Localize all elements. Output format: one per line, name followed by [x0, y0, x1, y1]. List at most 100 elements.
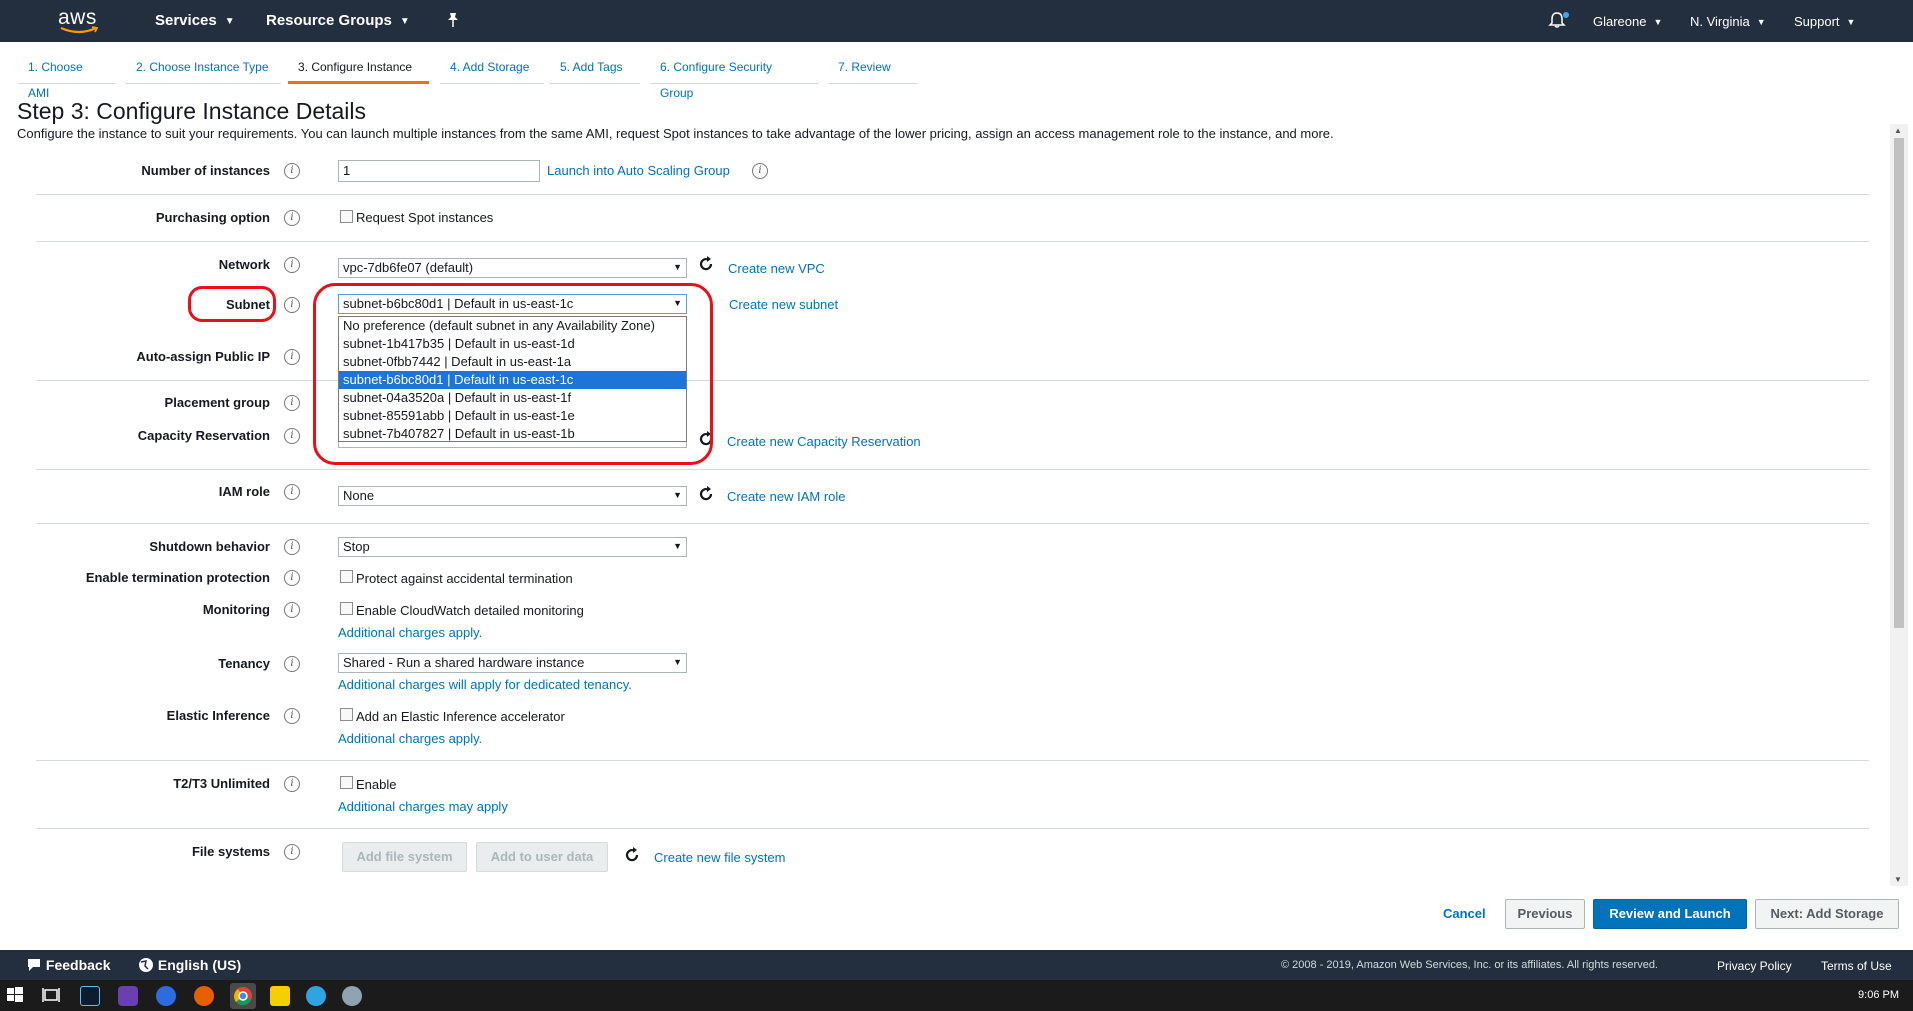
create-new-file-system-link[interactable]: Create new file system — [654, 850, 786, 865]
number-of-instances-input[interactable]: 1 — [338, 160, 540, 182]
dedicated-tenancy-charges-link[interactable]: Additional charges will apply for dedica… — [338, 677, 632, 692]
subnet-dropdown-highlight — [313, 283, 713, 465]
bell-icon[interactable] — [1548, 11, 1569, 31]
services-menu[interactable]: Services ▼ — [155, 12, 235, 29]
create-new-iam-role-link[interactable]: Create new IAM role — [727, 489, 846, 504]
windows-start-icon[interactable] — [6, 986, 26, 1006]
info-icon[interactable]: i — [284, 257, 300, 273]
purchasing-option-label: Purchasing option — [155, 210, 270, 225]
divider — [36, 523, 1869, 524]
chrome-icon[interactable] — [230, 983, 256, 1009]
additional-charges-link[interactable]: Additional charges apply. — [338, 731, 482, 746]
region-menu[interactable]: N. Virginia ▼ — [1690, 14, 1766, 29]
info-icon[interactable]: i — [284, 776, 300, 792]
next-add-storage-button[interactable]: Next: Add Storage — [1755, 899, 1899, 929]
create-new-vpc-link[interactable]: Create new VPC — [728, 261, 825, 276]
refresh-icon[interactable] — [697, 255, 715, 278]
tenancy-select[interactable]: Shared - Run a shared hardware instance ▼ — [338, 653, 687, 673]
termination-protection-option: Protect against accidental termination — [356, 571, 573, 586]
launch-into-asg-link[interactable]: Launch into Auto Scaling Group — [547, 163, 730, 178]
pin-icon[interactable] — [446, 12, 460, 32]
privacy-policy-link[interactable]: Privacy Policy — [1717, 959, 1792, 973]
add-file-system-button[interactable]: Add file system — [342, 842, 467, 872]
windows-taskbar: 9:06 PM — [0, 980, 1913, 1011]
tab-configure-security-group[interactable]: 6. Configure Security Group — [650, 54, 818, 100]
sticky-notes-icon[interactable] — [270, 986, 290, 1006]
tab-configure-instance[interactable]: 3. Configure Instance — [288, 54, 429, 84]
subnet-label-highlight — [188, 286, 276, 322]
cancel-link[interactable]: Cancel — [1443, 906, 1486, 921]
maps-icon[interactable] — [156, 986, 176, 1006]
additional-charges-link[interactable]: Additional charges apply. — [338, 625, 482, 640]
tab-review[interactable]: 7. Review — [828, 54, 918, 84]
vertical-scrollbar[interactable]: ▲ ▼ — [1890, 124, 1908, 886]
language-selector[interactable]: English (US) — [138, 957, 241, 973]
number-of-instances-label: Number of instances — [141, 163, 270, 178]
divider — [36, 380, 1869, 381]
info-icon[interactable]: i — [284, 297, 300, 313]
aws-smile-icon — [60, 26, 98, 34]
shutdown-behavior-select[interactable]: Stop ▼ — [338, 537, 687, 557]
placement-group-label: Placement group — [164, 395, 270, 410]
info-icon[interactable]: i — [284, 656, 300, 672]
region-label: N. Virginia — [1690, 14, 1750, 29]
request-spot-label: Request Spot instances — [356, 210, 494, 225]
tab-add-tags[interactable]: 5. Add Tags — [550, 54, 640, 84]
info-icon[interactable]: i — [284, 395, 300, 411]
auto-assign-ip-label: Auto-assign Public IP — [136, 349, 270, 364]
elastic-inference-option: Add an Elastic Inference accelerator — [356, 709, 565, 724]
refresh-icon[interactable] — [623, 846, 641, 869]
task-view-icon[interactable] — [42, 986, 62, 1006]
info-icon[interactable]: i — [284, 539, 300, 555]
divider — [36, 241, 1869, 242]
termination-protection-checkbox[interactable] — [340, 570, 353, 583]
info-icon[interactable]: i — [284, 844, 300, 860]
tab-choose-instance-type[interactable]: 2. Choose Instance Type — [126, 54, 281, 84]
monitoring-label: Monitoring — [202, 602, 270, 617]
account-menu[interactable]: Glareone ▼ — [1593, 14, 1662, 29]
info-icon[interactable]: i — [284, 484, 300, 500]
webstorm-icon[interactable] — [80, 986, 100, 1006]
info-icon[interactable]: i — [284, 349, 300, 365]
dropdown-arrow-icon: ▼ — [673, 262, 682, 272]
support-menu[interactable]: Support ▼ — [1794, 14, 1855, 29]
tab-choose-ami[interactable]: 1. Choose AMI — [18, 54, 116, 100]
elastic-inference-label: Elastic Inference — [166, 708, 270, 723]
cloudwatch-monitoring-checkbox[interactable] — [340, 602, 353, 615]
cloudwatch-monitoring-option: Enable CloudWatch detailed monitoring — [356, 603, 584, 618]
firefox-icon[interactable] — [194, 986, 214, 1006]
t2t3-enable-checkbox[interactable] — [340, 776, 353, 789]
iam-role-select[interactable]: None ▼ — [338, 486, 687, 506]
scroll-down-arrow-icon[interactable]: ▼ — [1894, 875, 1902, 884]
tab-add-storage[interactable]: 4. Add Storage — [440, 54, 544, 84]
refresh-icon[interactable] — [697, 485, 715, 508]
feedback-button[interactable]: Feedback — [26, 957, 110, 973]
divider — [36, 194, 1869, 195]
elastic-inference-checkbox[interactable] — [340, 708, 353, 721]
telegram-icon[interactable] — [306, 986, 326, 1006]
info-icon[interactable]: i — [284, 570, 300, 586]
terms-of-use-link[interactable]: Terms of Use — [1821, 959, 1892, 973]
add-to-user-data-button[interactable]: Add to user data — [476, 842, 608, 872]
console-footer: Feedback English (US) © 2008 - 2019, Ama… — [0, 950, 1913, 980]
resource-groups-menu[interactable]: Resource Groups ▼ — [266, 12, 410, 29]
create-new-subnet-link[interactable]: Create new subnet — [729, 297, 838, 312]
network-select[interactable]: vpc-7db6fe07 (default) ▼ — [338, 258, 687, 278]
info-icon[interactable]: i — [284, 210, 300, 226]
previous-button[interactable]: Previous — [1505, 899, 1585, 929]
create-new-capacity-reservation-link[interactable]: Create new Capacity Reservation — [727, 434, 921, 449]
info-icon[interactable]: i — [284, 708, 300, 724]
review-and-launch-button[interactable]: Review and Launch — [1593, 899, 1747, 929]
scroll-up-arrow-icon[interactable]: ▲ — [1894, 126, 1902, 135]
additional-charges-may-apply-link[interactable]: Additional charges may apply — [338, 799, 508, 814]
app-icon[interactable] — [342, 986, 362, 1006]
request-spot-checkbox[interactable] — [340, 210, 353, 223]
visual-studio-icon[interactable] — [118, 986, 138, 1006]
info-icon[interactable]: i — [284, 163, 300, 179]
network-label: Network — [218, 257, 270, 272]
scrollbar-thumb[interactable] — [1894, 138, 1904, 628]
info-icon[interactable]: i — [752, 163, 768, 179]
info-icon[interactable]: i — [284, 602, 300, 618]
aws-logo[interactable]: aws — [56, 6, 102, 36]
info-icon[interactable]: i — [284, 428, 300, 444]
